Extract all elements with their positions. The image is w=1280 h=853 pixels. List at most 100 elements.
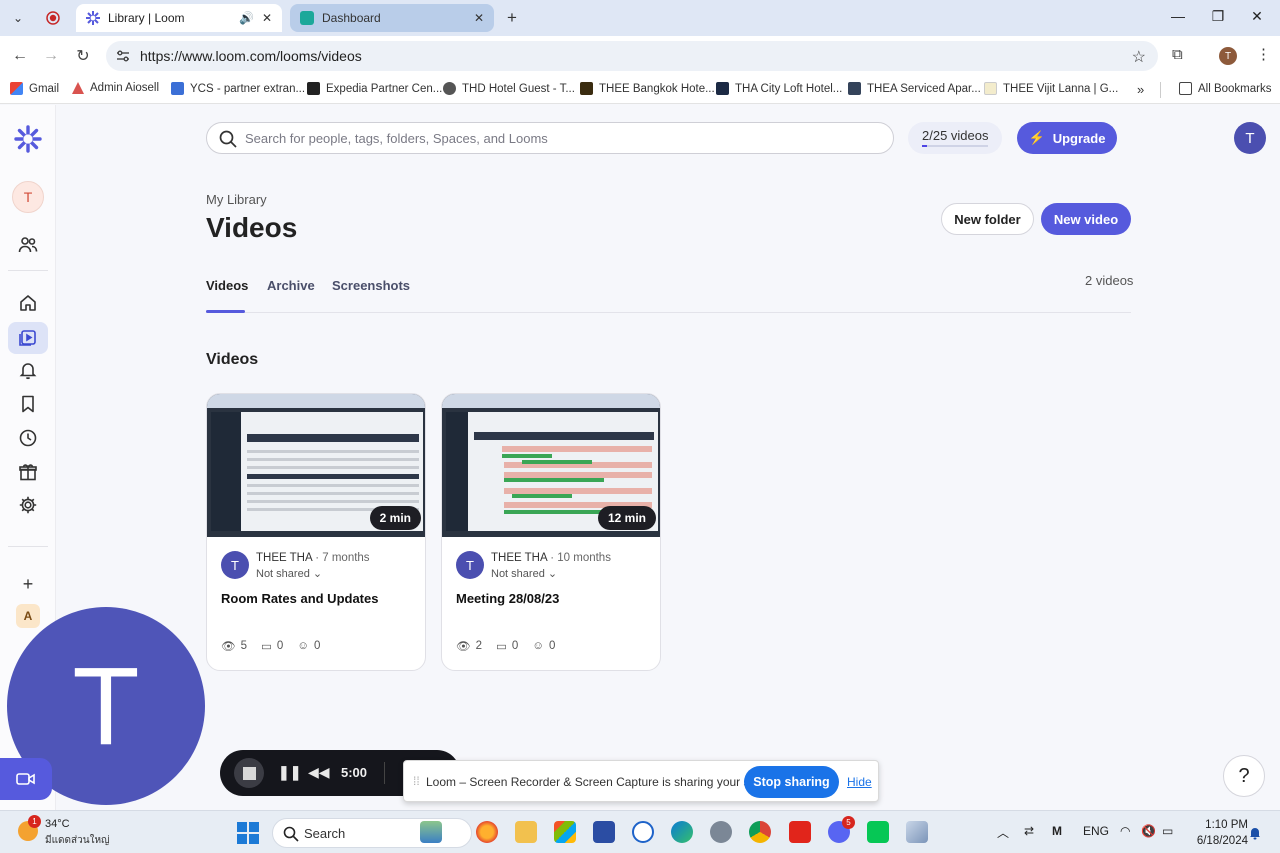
search-input[interactable]: Search for people, tags, folders, Spaces… [206, 122, 894, 154]
extensions-puzzle-icon[interactable]: ⧉ [1172, 46, 1183, 63]
bookmark-thee-bangkok[interactable]: THEE Bangkok Hote... [580, 82, 715, 95]
tray-overflow-chevron-icon[interactable]: ︿ [997, 824, 1009, 841]
wifi-icon[interactable]: ◠ [1120, 824, 1130, 838]
settings-app-icon[interactable] [710, 821, 732, 843]
notification-bell-icon[interactable] [1248, 826, 1262, 840]
url-field[interactable]: https://www.loom.com/looms/videos ☆ [106, 41, 1158, 71]
minimize-icon[interactable]: — [1168, 8, 1188, 24]
window-close-icon[interactable]: ✕ [1247, 8, 1267, 25]
owner-line: THEE THA · 7 months [256, 552, 370, 564]
video-thumbnail[interactable]: 12 min [442, 394, 660, 537]
bookmark-ycs[interactable]: YCS - partner extran... [171, 82, 305, 95]
browser-profile-avatar[interactable]: T [1219, 47, 1237, 65]
input-language[interactable]: ENG [1083, 824, 1109, 838]
owner-avatar[interactable]: T [456, 551, 484, 579]
record-camera-tab[interactable] [0, 758, 52, 800]
home-icon[interactable] [14, 289, 42, 317]
share-status-dropdown[interactable]: Not shared ⌄ [491, 567, 557, 580]
battery-icon[interactable]: ▭ [1162, 824, 1173, 838]
back-arrow-icon[interactable]: ← [10, 46, 30, 66]
more-bookmarks-chevron-icon[interactable]: » [1137, 82, 1144, 97]
hide-link[interactable]: Hide [847, 775, 872, 789]
bookmark-star-icon[interactable]: ☆ [1132, 47, 1146, 67]
tab-audio-icon[interactable]: 🔊 [239, 11, 254, 25]
members-icon[interactable] [14, 231, 42, 259]
bookmark-thea-serviced[interactable]: THEA Serviced Apar... [848, 82, 981, 95]
line-app-icon[interactable] [867, 821, 889, 843]
stop-recording-button[interactable] [234, 758, 264, 788]
bookmark-icon[interactable] [14, 390, 42, 418]
library-icon[interactable] [8, 322, 48, 354]
browser-menu-icon[interactable]: ⋮ [1256, 45, 1271, 63]
bookmark-thd-hotel[interactable]: THD Hotel Guest - T... [443, 82, 575, 95]
workspace-a-badge[interactable]: A [16, 604, 40, 628]
tab-dashboard[interactable]: Dashboard ✕ [290, 4, 494, 32]
help-button[interactable]: ? [1223, 755, 1265, 797]
tab-library-loom[interactable]: Library | Loom 🔊 ✕ [76, 4, 282, 32]
tab-videos[interactable]: Videos [206, 278, 248, 293]
tab-screenshots[interactable]: Screenshots [332, 278, 410, 293]
history-clock-icon[interactable] [14, 424, 42, 452]
network-app-icon[interactable] [906, 821, 928, 843]
mail-app-icon[interactable] [593, 821, 615, 843]
stop-sharing-button[interactable]: Stop sharing [744, 766, 839, 798]
share-status-dropdown[interactable]: Not shared ⌄ [256, 567, 322, 580]
acrobat-icon[interactable] [789, 821, 811, 843]
vijit-lanna-icon [984, 82, 997, 95]
new-tab-plus-icon[interactable]: + [502, 8, 522, 28]
upgrade-button[interactable]: ⚡ Upgrade [1017, 122, 1117, 154]
bookmark-admin-aiosell[interactable]: Admin Aiosell [72, 82, 159, 94]
video-card-meeting[interactable]: 12 min T THEE THA · 10 months Not shared… [441, 393, 661, 671]
chat-app-icon[interactable] [632, 821, 654, 843]
file-explorer-icon[interactable] [515, 821, 537, 843]
bookmark-gmail[interactable]: Gmail [10, 82, 59, 95]
bookmark-expedia[interactable]: Expedia Partner Cen... [307, 82, 442, 95]
tab-close-icon[interactable]: ✕ [262, 11, 272, 25]
all-bookmarks[interactable]: All Bookmarks [1179, 82, 1272, 95]
windows-start-icon[interactable] [237, 822, 259, 844]
tray-sync-icon[interactable]: ⇄ [1024, 824, 1034, 838]
recording-indicator-icon[interactable] [43, 8, 63, 28]
tray-app-icon[interactable]: M [1052, 824, 1062, 838]
video-thumbnail[interactable]: 2 min [207, 394, 425, 537]
temperature: 34°C [45, 818, 70, 830]
firefox-icon[interactable] [476, 821, 498, 843]
microsoft-store-icon[interactable] [554, 821, 576, 843]
site-settings-icon[interactable] [116, 49, 130, 63]
notifications-bell-icon[interactable] [14, 356, 42, 384]
breadcrumb[interactable]: My Library [206, 192, 267, 207]
video-card-room-rates[interactable]: 2 min T THEE THA · 7 months Not shared ⌄… [206, 393, 426, 671]
speaker-muted-icon[interactable]: 🔇 [1141, 824, 1156, 838]
system-clock[interactable]: 1:10 PM 6/18/2024 [1180, 817, 1248, 849]
tab-archive[interactable]: Archive [267, 278, 315, 293]
bookmark-tha-city-loft[interactable]: THA City Loft Hotel... [716, 82, 842, 95]
restart-rewind-icon[interactable]: ◀◀ [308, 764, 330, 781]
edge-icon[interactable] [671, 821, 693, 843]
bookmark-thee-vijit-lanna[interactable]: THEE Vijit Lanna | G... [984, 82, 1118, 95]
forward-arrow-icon[interactable]: → [41, 46, 61, 66]
user-avatar[interactable]: T [1234, 122, 1266, 154]
chrome-icon[interactable] [749, 821, 771, 843]
video-title[interactable]: Meeting 28/08/23 [456, 591, 559, 606]
tab-list-chevron-icon[interactable]: ⌄ [8, 8, 28, 28]
reload-icon[interactable]: ↻ [73, 46, 93, 66]
owner-avatar[interactable]: T [221, 551, 249, 579]
video-quota-indicator[interactable]: 2/25 videos [908, 122, 1002, 154]
drag-handle-icon[interactable]: ⁞⁞ [413, 774, 420, 788]
new-video-button[interactable]: New video [1041, 203, 1131, 235]
sharing-message: Loom – Screen Recorder & Screen Capture … [426, 775, 783, 789]
add-workspace-plus-icon[interactable]: + [14, 570, 42, 598]
taskbar-search[interactable]: Search [272, 818, 472, 848]
restore-icon[interactable]: ❐ [1208, 8, 1228, 25]
settings-gear-icon[interactable] [14, 491, 42, 519]
workspace-avatar[interactable]: T [12, 181, 44, 213]
widgets-icon[interactable] [420, 821, 442, 843]
gift-icon[interactable] [14, 458, 42, 486]
video-title[interactable]: Room Rates and Updates [221, 591, 378, 606]
tab-close-icon[interactable]: ✕ [474, 11, 484, 25]
owner-name[interactable]: THEE THA [491, 552, 547, 564]
pause-icon[interactable]: ❚❚ [278, 764, 301, 781]
owner-name[interactable]: THEE THA [256, 552, 312, 564]
loom-logo-icon[interactable] [14, 125, 42, 153]
new-folder-button[interactable]: New folder [941, 203, 1034, 235]
